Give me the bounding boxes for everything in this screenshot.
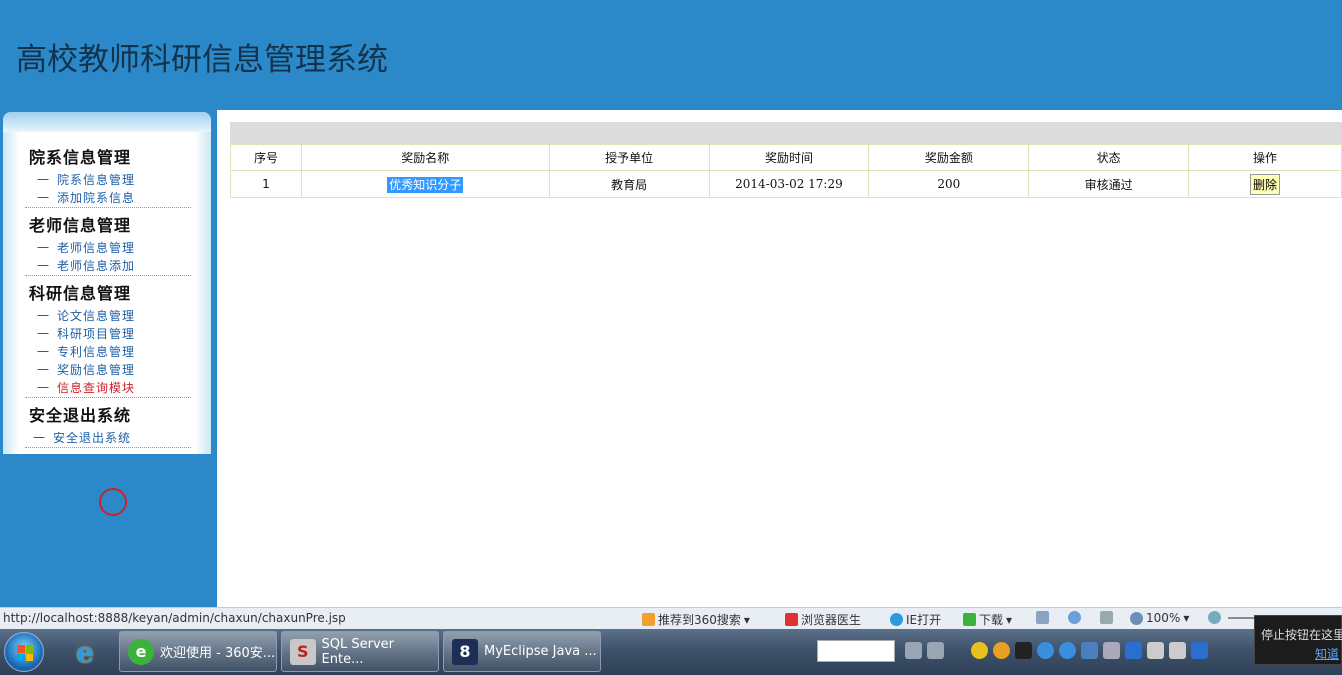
browser-doctor-button[interactable]: 浏览器医生 [785, 611, 861, 628]
table-header-row: 序号 奖励名称 授予单位 奖励时间 奖励金额 状态 操作 [230, 144, 1342, 171]
windows-taskbar: e e 欢迎使用 - 360安... S SQL Server Ente... … [0, 629, 1342, 675]
qq-penguin-icon[interactable] [993, 642, 1010, 659]
table-row: 1 优秀知识分子 教育局 2014-03-02 17:29 200 审核通过 删… [230, 170, 1342, 198]
start-button[interactable] [4, 632, 44, 672]
thumbs-up-icon [642, 613, 655, 626]
popup-message: 停止按钮在这里 [1261, 628, 1342, 642]
cell-index: 1 [230, 170, 302, 198]
speaker-icon[interactable] [1103, 642, 1120, 659]
sidebar-nav: 院系信息管理 一院系信息管理 一添加院系信息 老师信息管理 一老师信息管理 一老… [3, 112, 211, 516]
group-title: 老师信息管理 [29, 216, 132, 235]
taskbar-item-myeclipse[interactable]: 8 MyEclipse Java ... [443, 631, 601, 672]
zoom-slider[interactable] [1228, 617, 1254, 619]
app-title: 高校教师科研信息管理系统 [16, 42, 388, 78]
selected-text: 优秀知识分子 [387, 176, 464, 193]
col-header-index: 序号 [230, 144, 302, 171]
download-arrow-icon [963, 613, 976, 626]
chevron-down-icon: ▾ [1006, 612, 1013, 627]
download-button[interactable]: 下载 ▾ [963, 611, 1012, 628]
ie-pinned-button[interactable]: e [62, 633, 108, 671]
group-title: 院系信息管理 [29, 148, 132, 167]
group-title: 科研信息管理 [29, 284, 132, 303]
table-header-bar [230, 122, 1342, 144]
notification-popup: 停止按钮在这里 知道 [1254, 615, 1342, 665]
sidebar-top-border [3, 112, 211, 132]
cell-status: 审核通过 [1028, 170, 1190, 198]
chevron-down-icon: ▾ [743, 612, 750, 627]
recommend-360-button[interactable]: 推荐到360搜索 ▾ [642, 611, 750, 628]
popup-ok-link[interactable]: 知道 [1315, 645, 1339, 662]
menu-item-patent-manage[interactable]: 一专利信息管理 [25, 343, 191, 361]
click-indicator-ring [99, 488, 127, 516]
shield-icon-button[interactable] [1068, 611, 1081, 624]
medical-kit-icon [785, 613, 798, 626]
app-tray-icon[interactable] [1037, 642, 1054, 659]
col-header-time: 奖励时间 [708, 144, 870, 171]
bird-icon[interactable] [1015, 642, 1032, 659]
monitor-icon[interactable] [1147, 642, 1164, 659]
col-header-status: 状态 [1028, 144, 1190, 171]
chevron-down-icon: ▾ [1183, 611, 1190, 625]
network-icon[interactable] [927, 642, 944, 659]
app-tray-icon[interactable] [1191, 642, 1208, 659]
app-tray-icon[interactable] [1059, 642, 1076, 659]
window-icon [1036, 611, 1049, 624]
col-header-unit: 授予单位 [548, 144, 710, 171]
menu-item-project-manage[interactable]: 一科研项目管理 [25, 325, 191, 343]
zoom-button[interactable]: 100% ▾ [1130, 611, 1189, 625]
shield-icon[interactable] [1081, 642, 1098, 659]
menu-item-teacher-manage[interactable]: 一老师信息管理 [25, 239, 191, 257]
menu-item-award-manage[interactable]: 一奖励信息管理 [25, 361, 191, 379]
cell-amount: 200 [868, 170, 1030, 198]
menu-group-teacher: 老师信息管理 一老师信息管理 一老师信息添加 [25, 213, 191, 276]
cell-award-name: 优秀知识分子 [300, 170, 550, 198]
cell-action: 删除 [1188, 170, 1342, 198]
myeclipse-icon: 8 [452, 638, 478, 665]
main-content: 序号 奖励名称 授予单位 奖励时间 奖励金额 状态 操作 1 优秀知识分子 教育… [217, 110, 1342, 607]
speaker-icon [1100, 611, 1113, 624]
award-query-table: 序号 奖励名称 授予单位 奖励时间 奖励金额 状态 操作 1 优秀知识分子 教育… [230, 144, 1342, 198]
ie-open-button[interactable]: IE打开 [890, 611, 941, 628]
menu-item-info-query[interactable]: 一信息查询模块 [25, 379, 191, 397]
power-icon[interactable] [1169, 642, 1186, 659]
delete-button[interactable]: 删除 [1250, 173, 1281, 195]
col-header-amount: 奖励金额 [868, 144, 1030, 171]
tray-search-box[interactable] [817, 640, 895, 662]
app-header: 高校教师科研信息管理系统 [0, 0, 1342, 110]
minus-icon [1208, 611, 1221, 624]
menu-item-department-add[interactable]: 一添加院系信息 [25, 189, 191, 207]
volume-button[interactable] [1100, 611, 1113, 624]
cell-unit: 教育局 [548, 170, 710, 198]
col-header-award-name: 奖励名称 [300, 144, 550, 171]
system-tray [905, 642, 1208, 659]
360-browser-icon: e [128, 638, 154, 665]
taskbar-item-360-browser[interactable]: e 欢迎使用 - 360安... [119, 631, 277, 672]
menu-item-paper-manage[interactable]: 一论文信息管理 [25, 307, 191, 325]
cell-time: 2014-03-02 17:29 [708, 170, 870, 198]
menu-item-logout[interactable]: 一安全退出系统 [25, 429, 191, 447]
browser-status-bar: http://localhost:8888/keyan/admin/chaxun… [0, 607, 1342, 629]
menu-item-department-manage[interactable]: 一院系信息管理 [25, 171, 191, 189]
windows-logo-icon [17, 645, 33, 661]
window-icon-button[interactable] [1036, 611, 1049, 624]
menu-group-department: 院系信息管理 一院系信息管理 一添加院系信息 [25, 145, 191, 208]
menu-group-logout: 安全退出系统 一安全退出系统 [25, 403, 191, 448]
ie-logo-icon: e [76, 635, 94, 669]
ie-icon [890, 613, 903, 626]
group-title: 安全退出系统 [29, 406, 132, 425]
shield-icon [1068, 611, 1081, 624]
sql-server-icon: S [290, 638, 316, 665]
zoom-out-button[interactable] [1208, 611, 1221, 624]
magnifier-icon [1130, 611, 1143, 625]
menu-item-teacher-add[interactable]: 一老师信息添加 [25, 257, 191, 275]
keyboard-icon[interactable] [905, 642, 922, 659]
col-header-action: 操作 [1188, 144, 1342, 171]
status-url: http://localhost:8888/keyan/admin/chaxun… [3, 611, 346, 625]
taskbar-item-sql-server[interactable]: S SQL Server Ente... [281, 631, 439, 672]
menu-group-research: 科研信息管理 一论文信息管理 一科研项目管理 一专利信息管理 一奖励信息管理 一… [25, 281, 191, 398]
settings-tray-icon[interactable] [1125, 642, 1142, 659]
qq-penguin-icon[interactable] [971, 642, 988, 659]
